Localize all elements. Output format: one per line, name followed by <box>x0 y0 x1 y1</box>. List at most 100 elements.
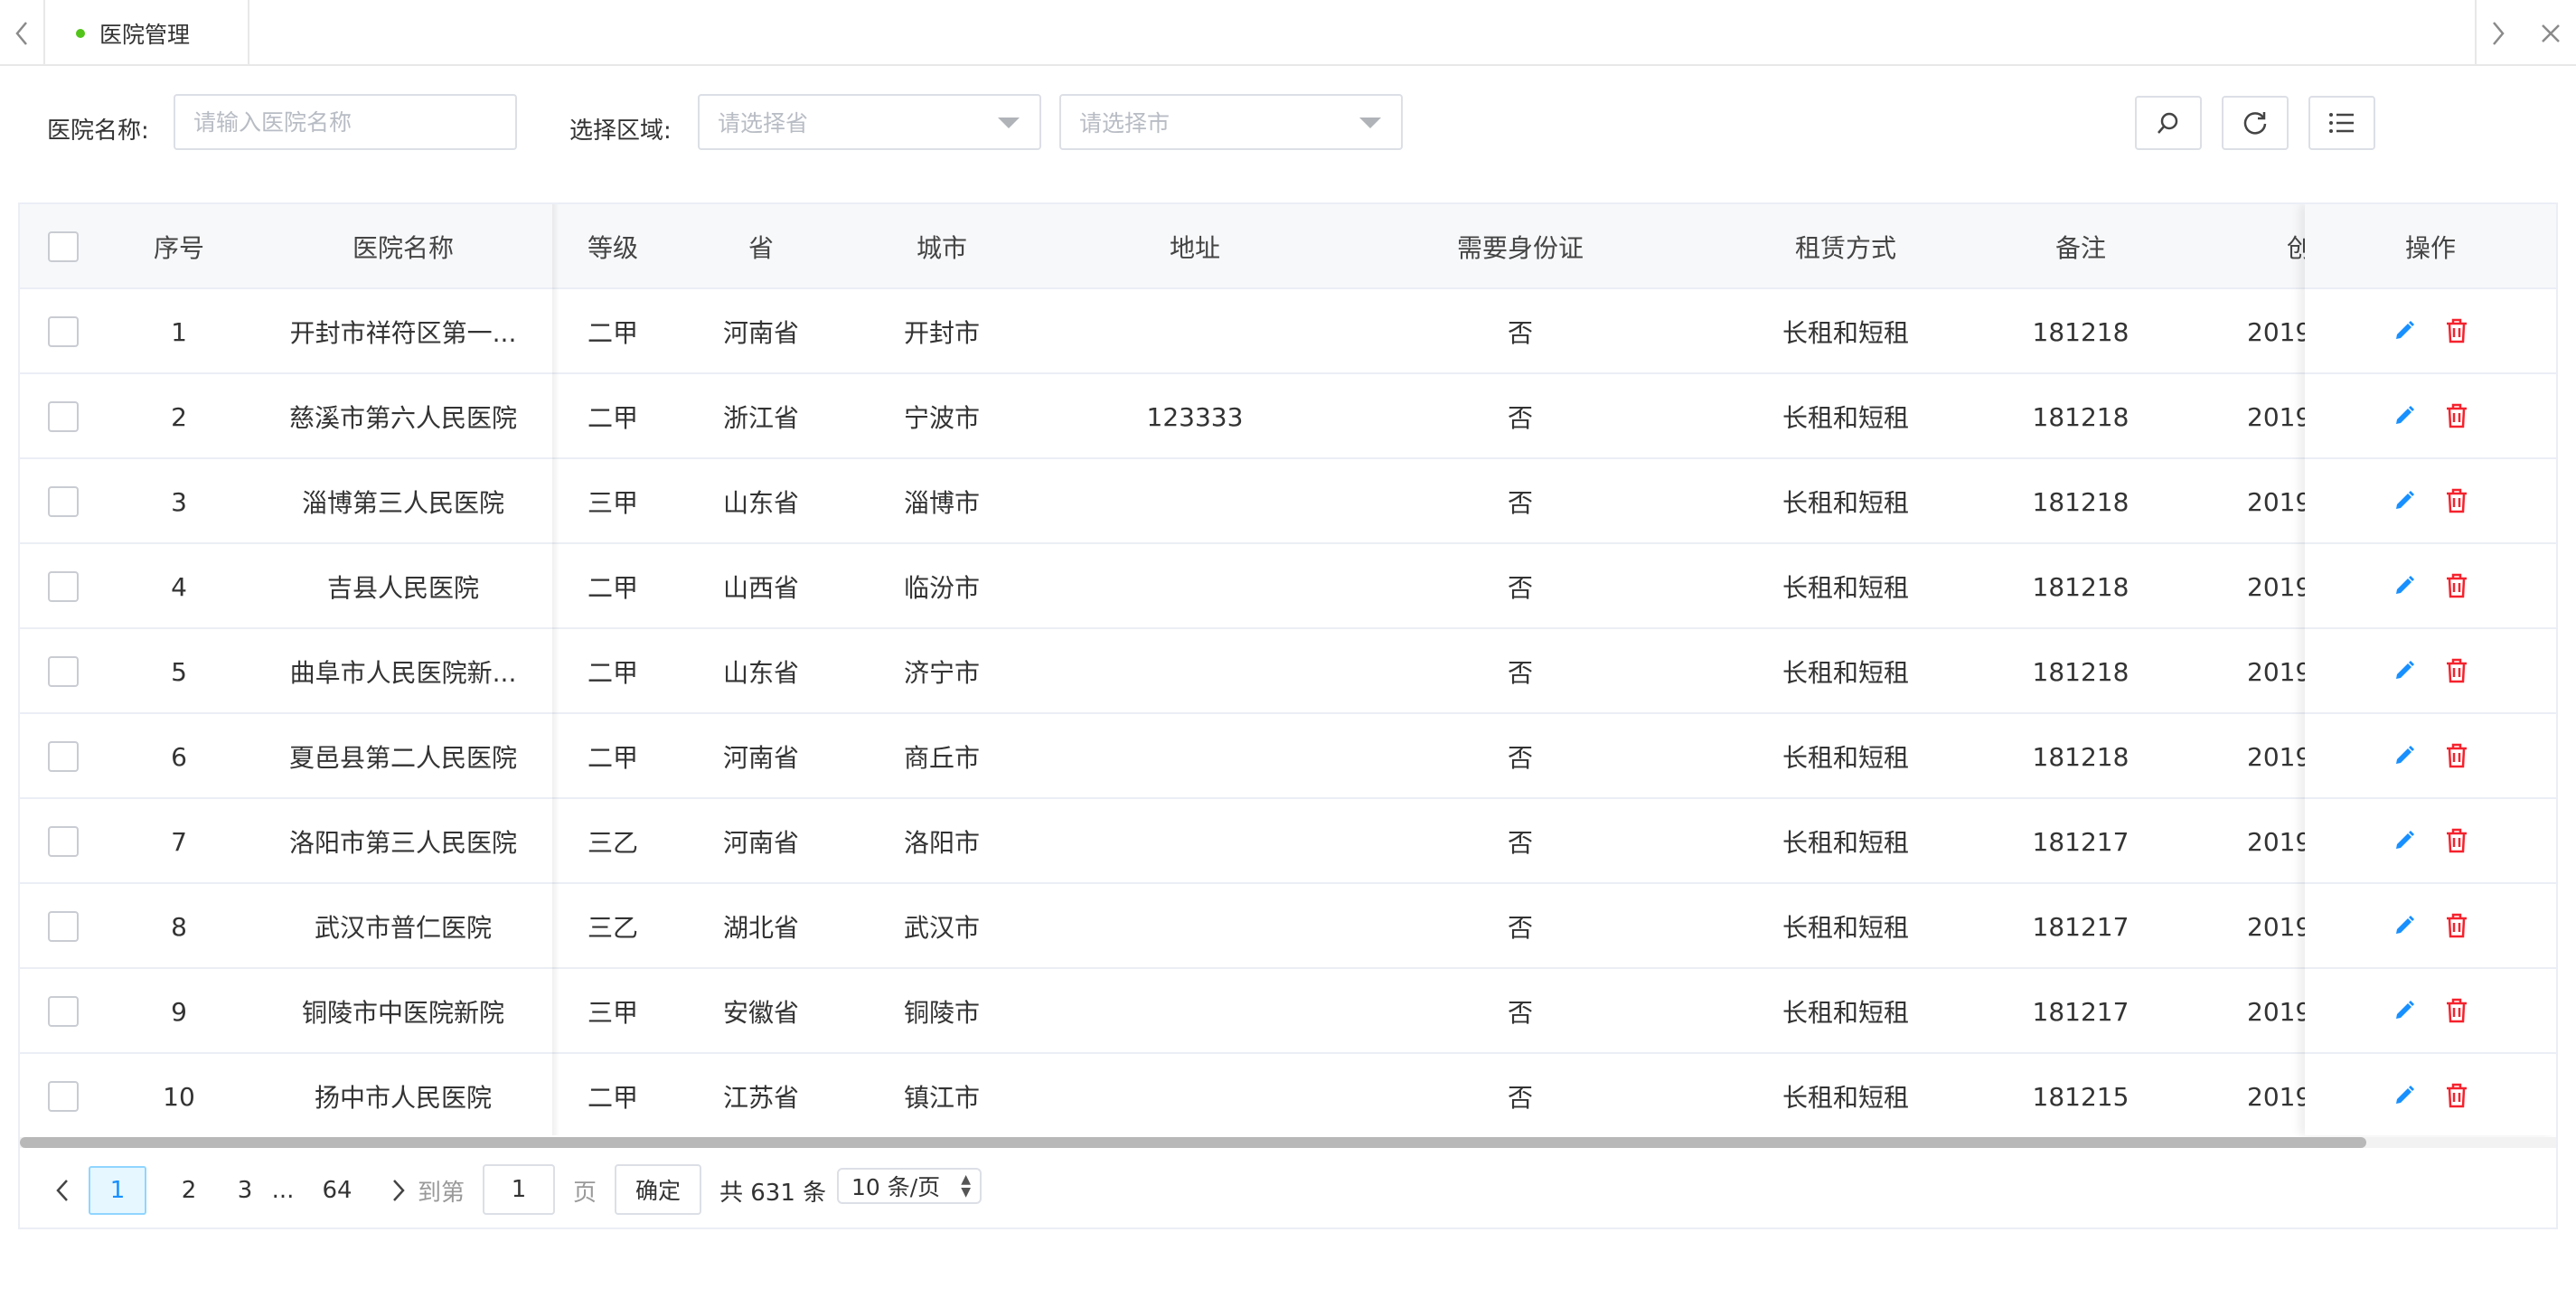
edit-icon[interactable] <box>2389 910 2420 941</box>
row-select-cell <box>20 289 107 374</box>
row-checkbox[interactable] <box>48 571 79 602</box>
edit-icon[interactable] <box>2389 485 2420 516</box>
cell-province: 河南省 <box>722 743 799 773</box>
close-icon <box>2542 24 2560 42</box>
cell-city: 镇江市 <box>903 1083 980 1113</box>
cell-index: 2 <box>171 401 187 432</box>
delete-icon[interactable] <box>2441 570 2472 601</box>
cell-city: 铜陵市 <box>903 998 980 1028</box>
delete-icon[interactable] <box>2441 995 2472 1026</box>
row-checkbox[interactable] <box>48 741 79 772</box>
next-page-button[interactable] <box>374 1166 423 1215</box>
row-operations <box>2305 884 2556 969</box>
row-checkbox[interactable] <box>48 1081 79 1112</box>
edit-icon[interactable] <box>2389 740 2420 771</box>
table-row[interactable]: 6 夏邑县第二人民医院 二甲 河南省 商丘市否长租和短租 181218 2019-07 <box>20 714 2556 799</box>
select-all-checkbox[interactable] <box>48 231 79 262</box>
close-tabs-button[interactable] <box>2525 0 2576 66</box>
edit-icon[interactable] <box>2389 1080 2420 1111</box>
tab-scroll-left-button[interactable] <box>0 0 45 66</box>
page-button-1[interactable]: 1 <box>89 1166 146 1215</box>
row-checkbox[interactable] <box>48 996 79 1027</box>
page-button-2[interactable]: 2 <box>165 1166 213 1215</box>
cell-remark: 181218 <box>2032 741 2129 772</box>
header-address[interactable]: 地址 <box>1032 204 1358 289</box>
edit-icon[interactable] <box>2389 995 2420 1026</box>
cell-address <box>1032 884 1358 969</box>
table-row[interactable]: 2 慈溪市第六人民医院 二甲 浙江省 宁波市 123333 否长租和短租 181218 2019… <box>20 374 2556 459</box>
header-level[interactable]: 等级 <box>555 204 671 289</box>
hospital-name-input[interactable] <box>174 94 517 150</box>
column-settings-button[interactable] <box>2308 96 2375 150</box>
cell-remark: 181215 <box>2032 1081 2129 1112</box>
table-row[interactable]: 9 铜陵市中医院新院 三甲 安徽省 铜陵市否长租和短租 181217 2019-07 <box>20 969 2556 1054</box>
row-checkbox[interactable] <box>48 656 79 687</box>
cell-address <box>1032 544 1358 629</box>
table-row[interactable]: 8 武汉市普仁医院 三乙 湖北省 武汉市否长租和短租 181217 2019-07 <box>20 884 2556 969</box>
table-row[interactable]: 3 淄博第三人民医院 三甲 山东省 淄博市否长租和短租 181218 2019-07 <box>20 459 2556 544</box>
province-select[interactable]: 请选择省 <box>698 94 1041 150</box>
table-row[interactable]: 1 开封市祥符区第一... 二甲 河南省 开封市否长租和短租 181218 2019-07 <box>20 289 2556 374</box>
page-size-select[interactable]: 10 条/页 ▲ ▼ <box>837 1168 982 1204</box>
goto-confirm-button[interactable]: 确定 <box>615 1164 701 1215</box>
table-row[interactable]: 5 曲阜市人民医院新... 二甲 山东省 济宁市否长租和短租 181218 2019-07 <box>20 629 2556 714</box>
delete-icon[interactable] <box>2441 315 2472 346</box>
cell-city: 武汉市 <box>903 913 980 943</box>
delete-icon[interactable] <box>2441 400 2472 431</box>
cell-index: 8 <box>171 911 187 942</box>
delete-icon[interactable] <box>2441 485 2472 516</box>
cell-id-required: 否 <box>1507 913 1533 943</box>
tab-label: 医院管理 <box>99 21 191 48</box>
edit-icon[interactable] <box>2389 825 2420 856</box>
page-button-last[interactable]: 64 <box>306 1166 369 1215</box>
edit-icon[interactable] <box>2389 570 2420 601</box>
page-size-label: 10 条/页 <box>851 1174 941 1200</box>
table-row[interactable]: 4 吉县人民医院 二甲 山西省 临汾市否长租和短租 181218 2019-07 <box>20 544 2556 629</box>
row-select-cell <box>20 799 107 884</box>
row-checkbox[interactable] <box>48 911 79 942</box>
cell-name: 武汉市普仁医院 <box>314 913 492 943</box>
cell-address <box>1032 289 1358 374</box>
page-ellipsis[interactable]: ... <box>259 1166 307 1215</box>
refresh-button[interactable] <box>2222 96 2289 150</box>
cell-remark: 181218 <box>2032 316 2129 347</box>
goto-page-input[interactable] <box>483 1164 555 1215</box>
row-operations <box>2305 374 2556 459</box>
spinner-arrows-icon: ▲ ▼ <box>961 1172 971 1199</box>
header-index[interactable]: 序号 <box>107 204 251 289</box>
tab-bar: 医院管理 <box>0 0 2576 66</box>
delete-icon[interactable] <box>2441 825 2472 856</box>
city-select[interactable]: 请选择市 <box>1059 94 1403 150</box>
delete-icon[interactable] <box>2441 910 2472 941</box>
cell-id-required: 否 <box>1507 998 1533 1028</box>
edit-icon[interactable] <box>2389 655 2420 686</box>
cell-province: 山西省 <box>722 573 799 603</box>
header-id-required[interactable]: 需要身份证 <box>1358 204 1683 289</box>
row-checkbox[interactable] <box>48 401 79 432</box>
row-checkbox[interactable] <box>48 316 79 347</box>
header-province[interactable]: 省 <box>671 204 851 289</box>
header-remark[interactable]: 备注 <box>2008 204 2153 289</box>
cell-index: 6 <box>171 741 187 772</box>
table-row[interactable]: 10 扬中市人民医院 二甲 江苏省 镇江市否长租和短租 181215 2019-07 <box>20 1054 2556 1139</box>
row-checkbox[interactable] <box>48 826 79 857</box>
edit-icon[interactable] <box>2389 400 2420 431</box>
delete-icon[interactable] <box>2441 740 2472 771</box>
table-header: 序号 医院名称 等级 省 城市 地址 需要身份证 租赁方式 备注 创 <box>20 204 2556 289</box>
header-name[interactable]: 医院名称 <box>251 204 555 289</box>
header-lease[interactable]: 租赁方式 <box>1683 204 2008 289</box>
delete-icon[interactable] <box>2441 1080 2472 1111</box>
table-row[interactable]: 7 洛阳市第三人民医院 三乙 河南省 洛阳市否长租和短租 181217 2019-07 <box>20 799 2556 884</box>
cell-index: 9 <box>171 996 187 1027</box>
caret-down-icon <box>1359 118 1381 128</box>
prev-page-button[interactable] <box>38 1166 87 1215</box>
tab-scroll-right-button[interactable] <box>2475 0 2520 66</box>
row-checkbox[interactable] <box>48 486 79 517</box>
header-city[interactable]: 城市 <box>851 204 1032 289</box>
cell-level: 三甲 <box>587 998 638 1028</box>
search-button[interactable] <box>2135 96 2202 150</box>
cell-lease: 长租和短租 <box>1782 1083 1909 1113</box>
delete-icon[interactable] <box>2441 655 2472 686</box>
tab-hospital-management[interactable]: 医院管理 <box>47 0 249 66</box>
edit-icon[interactable] <box>2389 315 2420 346</box>
